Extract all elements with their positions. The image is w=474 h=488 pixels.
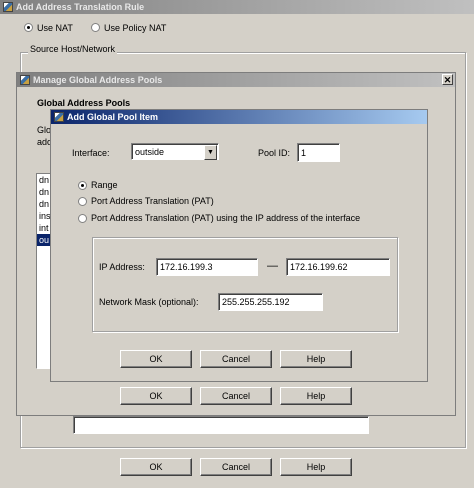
- pool-id-input[interactable]: 1: [297, 143, 340, 162]
- ip-start-value: 172.16.199.3: [160, 262, 213, 272]
- ip-end-input[interactable]: 172.16.199.62: [286, 258, 390, 276]
- use-nat-radio[interactable]: [24, 23, 33, 32]
- ip-start-input[interactable]: 172.16.199.3: [156, 258, 258, 276]
- pat-interface-radio[interactable]: [78, 214, 87, 223]
- add-global-pool-item-dialog: Add Global Pool Item Interface: outside …: [50, 109, 428, 382]
- network-mask-label: Network Mask (optional):: [99, 297, 199, 307]
- pat-label: Port Address Translation (PAT): [91, 196, 214, 206]
- ip-address-label: IP Address:: [99, 262, 145, 272]
- pat-interface-label: Port Address Translation (PAT) using the…: [91, 213, 361, 223]
- pool-id-label: Pool ID:: [258, 148, 291, 158]
- use-policy-nat-label: Use Policy NAT: [104, 23, 167, 33]
- pool-item-ok-button[interactable]: OK: [120, 350, 192, 368]
- pool-item-cancel-button[interactable]: Cancel: [200, 350, 272, 368]
- add-translation-rule-title: Add Address Translation Rule: [16, 2, 145, 12]
- outer-ok-button[interactable]: OK: [120, 458, 192, 476]
- app-icon: [54, 112, 64, 122]
- add-global-pool-item-titlebar[interactable]: Add Global Pool Item: [51, 110, 427, 124]
- use-nat-label: Use NAT: [37, 23, 73, 33]
- ip-end-value: 172.16.199.62: [290, 262, 348, 272]
- range-settings-group: [92, 237, 398, 332]
- interface-select[interactable]: outside ▼: [131, 143, 219, 160]
- add-translation-rule-titlebar[interactable]: Add Address Translation Rule: [0, 0, 474, 14]
- network-mask-value: 255.255.255.192: [222, 297, 290, 307]
- source-host-network-label: Source Host/Network: [28, 44, 118, 54]
- outer-help-button[interactable]: Help: [280, 458, 352, 476]
- manage-cancel-button[interactable]: Cancel: [200, 387, 272, 405]
- pool-item-help-button[interactable]: Help: [280, 350, 352, 368]
- truncated-label-1: Glo: [37, 125, 52, 135]
- manage-help-button[interactable]: Help: [280, 387, 352, 405]
- ip-range-separator: —: [267, 260, 278, 272]
- outer-cancel-button[interactable]: Cancel: [200, 458, 272, 476]
- manage-ok-button[interactable]: OK: [120, 387, 192, 405]
- range-label: Range: [91, 180, 118, 190]
- app-icon: [20, 75, 30, 85]
- close-icon[interactable]: ✕: [442, 74, 453, 85]
- app-icon: [3, 2, 13, 12]
- add-global-pool-item-title: Add Global Pool Item: [67, 112, 159, 122]
- outer-text-field[interactable]: [73, 416, 369, 434]
- interface-label: Interface:: [72, 148, 110, 158]
- network-mask-input[interactable]: 255.255.255.192: [218, 293, 323, 311]
- pool-id-value: 1: [301, 147, 307, 158]
- chevron-down-icon[interactable]: ▼: [204, 145, 217, 160]
- global-pools-heading: Global Address Pools: [37, 98, 131, 108]
- use-policy-nat-radio[interactable]: [91, 23, 100, 32]
- interface-select-value: outside: [135, 146, 165, 157]
- manage-global-pools-title: Manage Global Address Pools: [33, 75, 163, 85]
- pat-radio[interactable]: [78, 197, 87, 206]
- range-radio[interactable]: [78, 181, 87, 190]
- manage-global-pools-titlebar[interactable]: Manage Global Address Pools ✕: [17, 73, 455, 87]
